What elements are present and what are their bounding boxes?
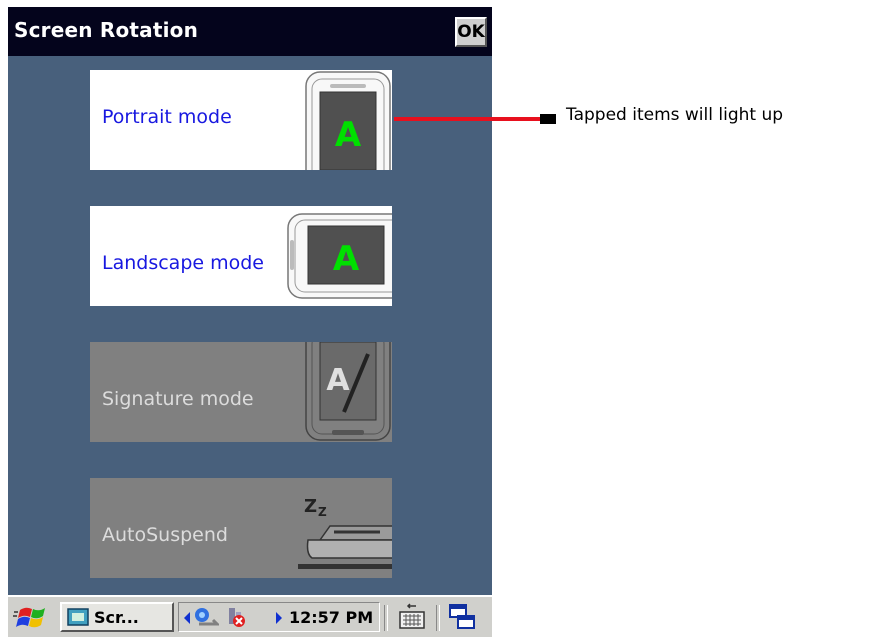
portrait-mode-button[interactable]: Portrait mode A [90, 70, 392, 170]
clock[interactable]: 12:57 PM [289, 608, 373, 627]
signature-mode-button[interactable]: Signature mode A [90, 342, 392, 442]
portrait-mode-label: Portrait mode [102, 106, 232, 128]
windows-switch-icon[interactable] [446, 602, 480, 632]
arrow-right-icon[interactable] [275, 612, 283, 624]
autosuspend-button[interactable]: AutoSuspend Z Z [90, 478, 392, 578]
callout-line [394, 117, 556, 121]
keyboard-icon[interactable] [394, 602, 430, 632]
arrow-left-icon[interactable] [183, 612, 191, 624]
system-tray: 12:57 PM [178, 602, 380, 632]
title-bar: Screen Rotation OK [8, 7, 492, 56]
autosuspend-label: AutoSuspend [102, 524, 228, 546]
sleep-z-large: Z [304, 496, 317, 517]
network-icon[interactable] [193, 606, 219, 628]
portrait-glyph: A [335, 115, 362, 155]
landscape-glyph: A [333, 239, 360, 279]
taskbar-app-label: Scr... [94, 608, 139, 627]
sleep-z-small: Z [318, 505, 327, 519]
taskbar-divider-2 [436, 605, 440, 631]
landscape-mode-label: Landscape mode [102, 252, 264, 274]
device-screen: Screen Rotation OK Portrait mode A Lands… [8, 7, 492, 637]
ok-button[interactable]: OK [455, 17, 487, 47]
callout-text: Tapped items will light up [566, 105, 784, 125]
signature-glyph: A [326, 363, 350, 398]
landscape-device-icon: A [287, 213, 392, 299]
sleep-icon: Z Z [298, 496, 392, 569]
taskbar-app-button[interactable]: Scr... [60, 602, 174, 632]
taskbar-divider [384, 605, 388, 631]
landscape-mode-button[interactable]: Landscape mode A [90, 206, 392, 306]
window-title: Screen Rotation [14, 18, 199, 42]
signature-device-icon: A [305, 342, 391, 441]
windows-start-icon[interactable] [12, 602, 52, 632]
connection-error-icon[interactable] [225, 606, 249, 628]
callout-line-end [540, 114, 556, 124]
app-window-icon [67, 608, 89, 626]
portrait-device-icon: A [305, 71, 391, 170]
signature-mode-label: Signature mode [102, 388, 254, 410]
taskbar: Scr... 12:57 PM [8, 595, 492, 637]
